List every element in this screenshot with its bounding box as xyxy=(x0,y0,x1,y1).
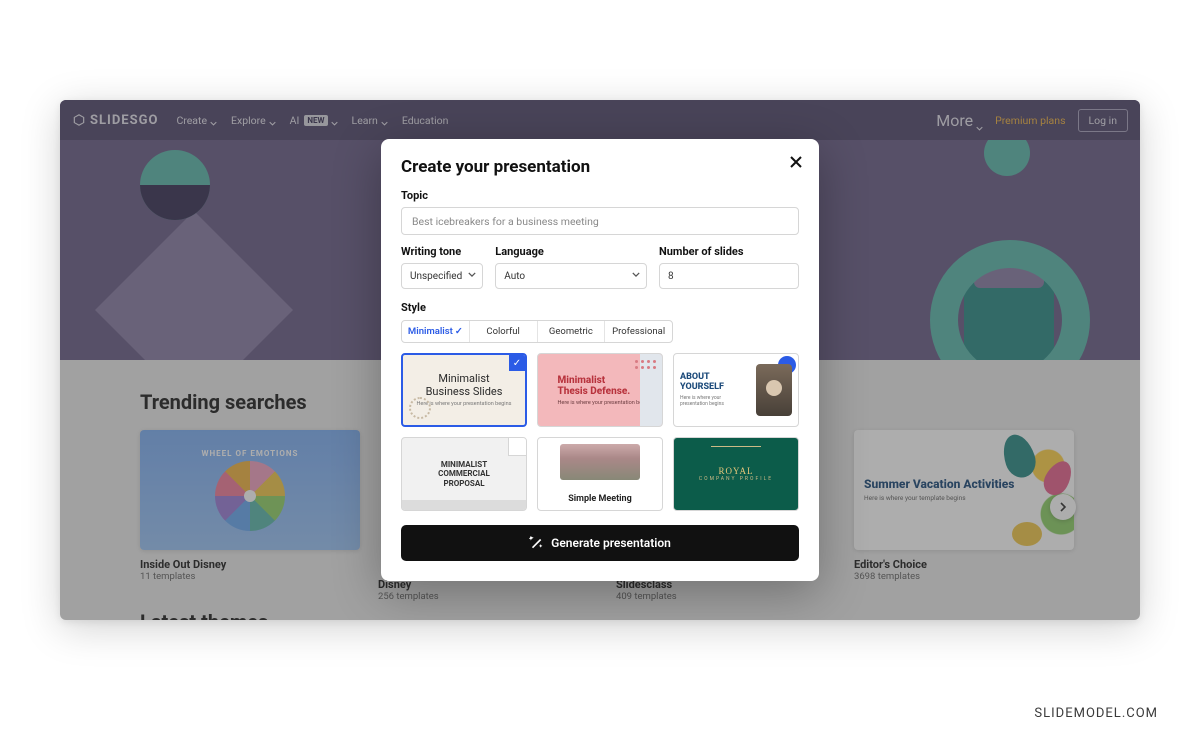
style-tab-professional[interactable]: Professional xyxy=(605,321,672,342)
topic-input[interactable] xyxy=(401,207,799,235)
language-select[interactable]: Auto xyxy=(495,263,647,289)
slides-count-input[interactable] xyxy=(659,263,799,289)
generate-presentation-button[interactable]: Generate presentation xyxy=(401,525,799,561)
generate-button-label: Generate presentation xyxy=(551,536,671,550)
check-icon: ✓ xyxy=(455,326,463,337)
close-icon xyxy=(789,155,803,169)
decor-dots-icon xyxy=(635,360,656,369)
topic-label: Topic xyxy=(401,189,799,202)
modal-close-button[interactable] xyxy=(785,151,807,173)
style-thumb-commercial-proposal[interactable]: MINIMALISTCOMMERCIALPROPOSAL xyxy=(401,437,527,511)
slides-count-label: Number of slides xyxy=(659,245,799,258)
style-thumb-simple-meeting[interactable]: Simple Meeting xyxy=(537,437,663,511)
decor-circle-icon xyxy=(409,397,431,419)
style-tab-colorful[interactable]: Colorful xyxy=(470,321,538,342)
watermark: SLIDEMODEL.COM xyxy=(1034,706,1158,721)
language-value: Auto xyxy=(504,271,525,282)
person-photo-icon xyxy=(756,364,792,416)
style-tabs: Minimalist✓ Colorful Geometric Professio… xyxy=(401,320,673,343)
chevron-down-icon xyxy=(632,271,640,282)
style-thumbnail-grid: ✓ MinimalistBusiness Slides Here is wher… xyxy=(401,353,799,511)
selected-check-icon: ✓ xyxy=(509,355,525,371)
decor-notch xyxy=(508,438,526,456)
writing-tone-value: Unspecified xyxy=(410,271,462,282)
writing-tone-select[interactable]: Unspecified xyxy=(401,263,483,289)
style-thumb-minimalist-business[interactable]: ✓ MinimalistBusiness Slides Here is wher… xyxy=(401,353,527,427)
create-presentation-modal: Create your presentation Topic Writing t… xyxy=(381,139,819,581)
chevron-down-icon xyxy=(468,271,476,282)
language-label: Language xyxy=(495,245,647,258)
app-frame: SLIDESGO Create Explore AINEW Learn Educ… xyxy=(60,100,1140,620)
style-thumb-thesis-defense[interactable]: MinimalistThesis Defense. Here is where … xyxy=(537,353,663,427)
style-tab-minimalist[interactable]: Minimalist✓ xyxy=(402,321,470,342)
modal-title: Create your presentation xyxy=(401,157,799,177)
style-thumb-about-yourself[interactable]: ABOUTYOURSELF Here is where your present… xyxy=(673,353,799,427)
magic-wand-icon xyxy=(529,536,543,550)
decor-bar xyxy=(402,500,526,510)
style-label: Style xyxy=(401,301,799,314)
meeting-photo-icon xyxy=(560,444,640,480)
style-thumb-royal-company[interactable]: ROYAL COMPANY PROFILE xyxy=(673,437,799,511)
writing-tone-label: Writing tone xyxy=(401,245,483,258)
decor-ornament-icon xyxy=(711,446,761,454)
style-tab-geometric[interactable]: Geometric xyxy=(538,321,606,342)
